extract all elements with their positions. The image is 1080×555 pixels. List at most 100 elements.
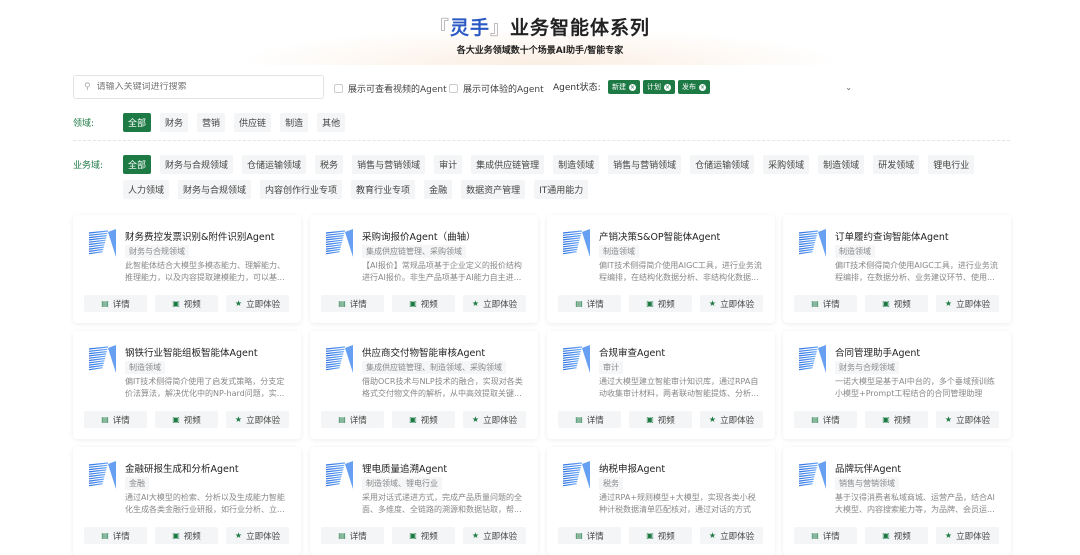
search-input[interactable] [96, 82, 297, 92]
try-now-button[interactable]: ★ 立即体验 [700, 411, 763, 428]
agent-title[interactable]: 钢铁行业智能组板智能体Agent [125, 345, 258, 359]
agent-card[interactable]: 合规审查Agent 审计 通过大模型建立智能审计知识库，通过RPA自动收集审计材… [547, 331, 775, 439]
agent-title[interactable]: 产销决策S&OP智能体Agent [599, 229, 720, 243]
agent-title[interactable]: 采购询报价Agent（曲轴） [362, 229, 476, 243]
video-button[interactable]: ▣ 视频 [629, 295, 692, 312]
agent-domain-tag: 制造领域 [599, 245, 639, 258]
domain-chip[interactable]: 供应链 [234, 113, 272, 132]
agent-card[interactable]: 纳税申报Agent 税务 通过RPA+规则模型+大模型，实现各类小税种计税数据清… [547, 447, 775, 555]
business-chip[interactable]: 研发领域 [873, 155, 920, 174]
try-now-button[interactable]: ★ 立即体验 [463, 295, 526, 312]
agent-description: 【AI报价】常规品项基于企业定义的报价结构进行AI报价。非生产品项基于AI能力自… [362, 261, 522, 282]
agent-card[interactable]: 产销决策S&OP智能体Agent 制造领域 偏IT技术侧得简介使用AIGC工具，… [547, 215, 775, 323]
business-chip[interactable]: 锂电行业 [928, 155, 975, 174]
agent-description: 偏IT技术侧得简介使用AIGC工具，进行业务流程编排，在结构化数据分析、非结构化… [599, 261, 762, 282]
business-chip[interactable]: 内容创作行业专项 [260, 180, 343, 199]
try-now-button[interactable]: ★ 立即体验 [463, 411, 526, 428]
star-icon: ★ [708, 299, 717, 308]
document-icon: ▤ [101, 531, 109, 540]
agent-title[interactable]: 合同管理助手Agent [835, 345, 920, 359]
detail-button[interactable]: ▤ 详情 [84, 295, 147, 312]
status-select[interactable]: 新建 × 计划 × 发布 × ⌄ [606, 75, 856, 99]
business-chip[interactable]: 采购领域 [763, 155, 810, 174]
detail-button[interactable]: ▤ 详情 [794, 411, 857, 428]
try-now-button[interactable]: ★ 立即体验 [936, 411, 999, 428]
video-button[interactable]: ▣ 视频 [865, 411, 928, 428]
business-chip[interactable]: 仓储运输领域 [690, 155, 755, 174]
business-chip[interactable]: 制造领域 [818, 155, 865, 174]
domain-chip[interactable]: 制造 [280, 113, 309, 132]
video-button[interactable]: ▣ 视频 [155, 295, 218, 312]
agent-title[interactable]: 锂电质量追溯Agent [362, 461, 447, 475]
agent-title[interactable]: 纳税申报Agent [599, 461, 665, 475]
divider [73, 140, 1010, 141]
try-now-button[interactable]: ★ 立即体验 [700, 295, 763, 312]
business-chip[interactable]: 审计 [434, 155, 463, 174]
detail-button[interactable]: ▤ 详情 [321, 411, 384, 428]
detail-button[interactable]: ▤ 详情 [794, 295, 857, 312]
agent-card[interactable]: 品牌玩伴Agent 销售与营销领域 基于汉得消费者私域商城、运营产品，结合AI大… [783, 447, 1011, 555]
business-chip[interactable]: 税务 [315, 155, 344, 174]
domain-chip[interactable]: 其他 [317, 113, 346, 132]
agent-card[interactable]: 采购询报价Agent（曲轴） 集成供应链管理、采购领域 【AI报价】常规品项基于… [310, 215, 538, 323]
business-chip[interactable]: IT通用能力 [534, 180, 589, 199]
video-button[interactable]: ▣ 视频 [392, 295, 455, 312]
business-chip[interactable]: 销售与营销领域 [608, 155, 682, 174]
video-button[interactable]: ▣ 视频 [629, 411, 692, 428]
remove-tag-icon[interactable]: × [699, 83, 706, 91]
video-icon: ▣ [172, 299, 180, 308]
star-icon: ★ [708, 531, 717, 540]
business-chip[interactable]: 制造领域 [553, 155, 600, 174]
business-chip[interactable]: 金融 [424, 180, 453, 199]
detail-button[interactable]: ▤ 详情 [84, 411, 147, 428]
business-chip[interactable]: 集成供应链管理 [471, 155, 545, 174]
remove-tag-icon[interactable]: × [629, 83, 636, 91]
video-button[interactable]: ▣ 视频 [865, 295, 928, 312]
hero-banner: 『灵手』业务智能体系列 各大业务领域数十个场景AI助手/智能专家 [0, 0, 1080, 65]
business-chip[interactable]: 数据资产管理 [461, 180, 526, 199]
agent-card[interactable]: 合同管理助手Agent 财务与合规领域 一诺大模型是基于AI中台的，多个垂域预训… [783, 331, 1011, 439]
business-chip[interactable]: 财务与合规领域 [160, 155, 234, 174]
star-icon: ★ [944, 299, 953, 308]
business-chip[interactable]: 财务与合规领域 [178, 180, 252, 199]
agent-card[interactable]: 财务费控发票识别&附件识别Agent 财务与合规领域 此智能体结合大模型多模态能… [73, 215, 301, 323]
agent-card[interactable]: 订单履约查询智能体Agent 制造领域 偏IT技术侧得简介使用AIGC工具，进行… [783, 215, 1011, 323]
try-now-button[interactable]: ★ 立即体验 [226, 295, 289, 312]
video-filter-checkbox[interactable]: 展示可查看视频的Agent [334, 82, 447, 95]
page-title: 『灵手』业务智能体系列 [429, 17, 651, 39]
video-button[interactable]: ▣ 视频 [155, 411, 218, 428]
agent-description: 偏IT技术侧得简介使用AIGC工具，进行业务流程编排，在数据分析、业务建议环节、… [835, 261, 998, 282]
agent-card[interactable]: 钢铁行业智能组板智能体Agent 制造领域 偏IT技术侧得简介使用了启发式策略，… [73, 331, 301, 439]
business-chip[interactable]: 仓储运输领域 [242, 155, 307, 174]
agent-title[interactable]: 订单履约查询智能体Agent [835, 229, 949, 243]
agent-title[interactable]: 财务费控发票识别&附件识别Agent [125, 229, 275, 243]
agent-card[interactable]: 锂电质量追溯Agent 制造领域、锂电行业 采用对话式递进方式，完成产品质量问题… [310, 447, 538, 555]
agent-card[interactable]: 供应商交付物智能审核Agent 集成供应链管理、制造领域、采购领域 借助OCR技… [310, 331, 538, 439]
detail-button[interactable]: ▤ 详情 [321, 295, 384, 312]
agent-card[interactable]: 金融研报生成和分析Agent 金融 通过AI大模型的检索、分析以及生成能力智能化… [73, 447, 301, 555]
business-chip[interactable]: 教育行业专项 [351, 180, 416, 199]
video-button[interactable]: ▣ 视频 [392, 411, 455, 428]
detail-button[interactable]: ▤ 详情 [558, 411, 621, 428]
business-chip[interactable]: 全部 [123, 155, 152, 174]
agent-domain-tag: 财务与合规领域 [835, 361, 899, 374]
agent-title[interactable]: 品牌玩伴Agent [835, 461, 901, 475]
agent-title[interactable]: 合规审查Agent [599, 345, 665, 359]
star-icon: ★ [708, 415, 717, 424]
try-now-button[interactable]: ★ 立即体验 [226, 411, 289, 428]
business-chip[interactable]: 销售与营销领域 [352, 155, 426, 174]
domain-chip[interactable]: 财务 [160, 113, 189, 132]
chevron-down-icon[interactable]: ⌄ [845, 83, 852, 92]
domain-chip[interactable]: 全部 [123, 113, 152, 132]
remove-tag-icon[interactable]: × [664, 83, 671, 91]
agent-title[interactable]: 金融研报生成和分析Agent [125, 461, 239, 475]
search-box[interactable]: ⚲ [73, 75, 324, 99]
agent-description: 采用对话式递进方式，完成产品质量问题的全面、多维度、全链路的溯源和数据钻取，帮.… [362, 493, 522, 514]
agent-title[interactable]: 供应商交付物智能审核Agent [362, 345, 485, 359]
trial-filter-checkbox[interactable]: 展示可体验的Agent [449, 82, 544, 95]
try-now-button[interactable]: ★ 立即体验 [936, 295, 999, 312]
business-chip[interactable]: 人力领域 [123, 180, 170, 199]
domain-chip[interactable]: 营销 [197, 113, 226, 132]
video-icon: ▣ [882, 415, 890, 424]
detail-button[interactable]: ▤ 详情 [558, 295, 621, 312]
